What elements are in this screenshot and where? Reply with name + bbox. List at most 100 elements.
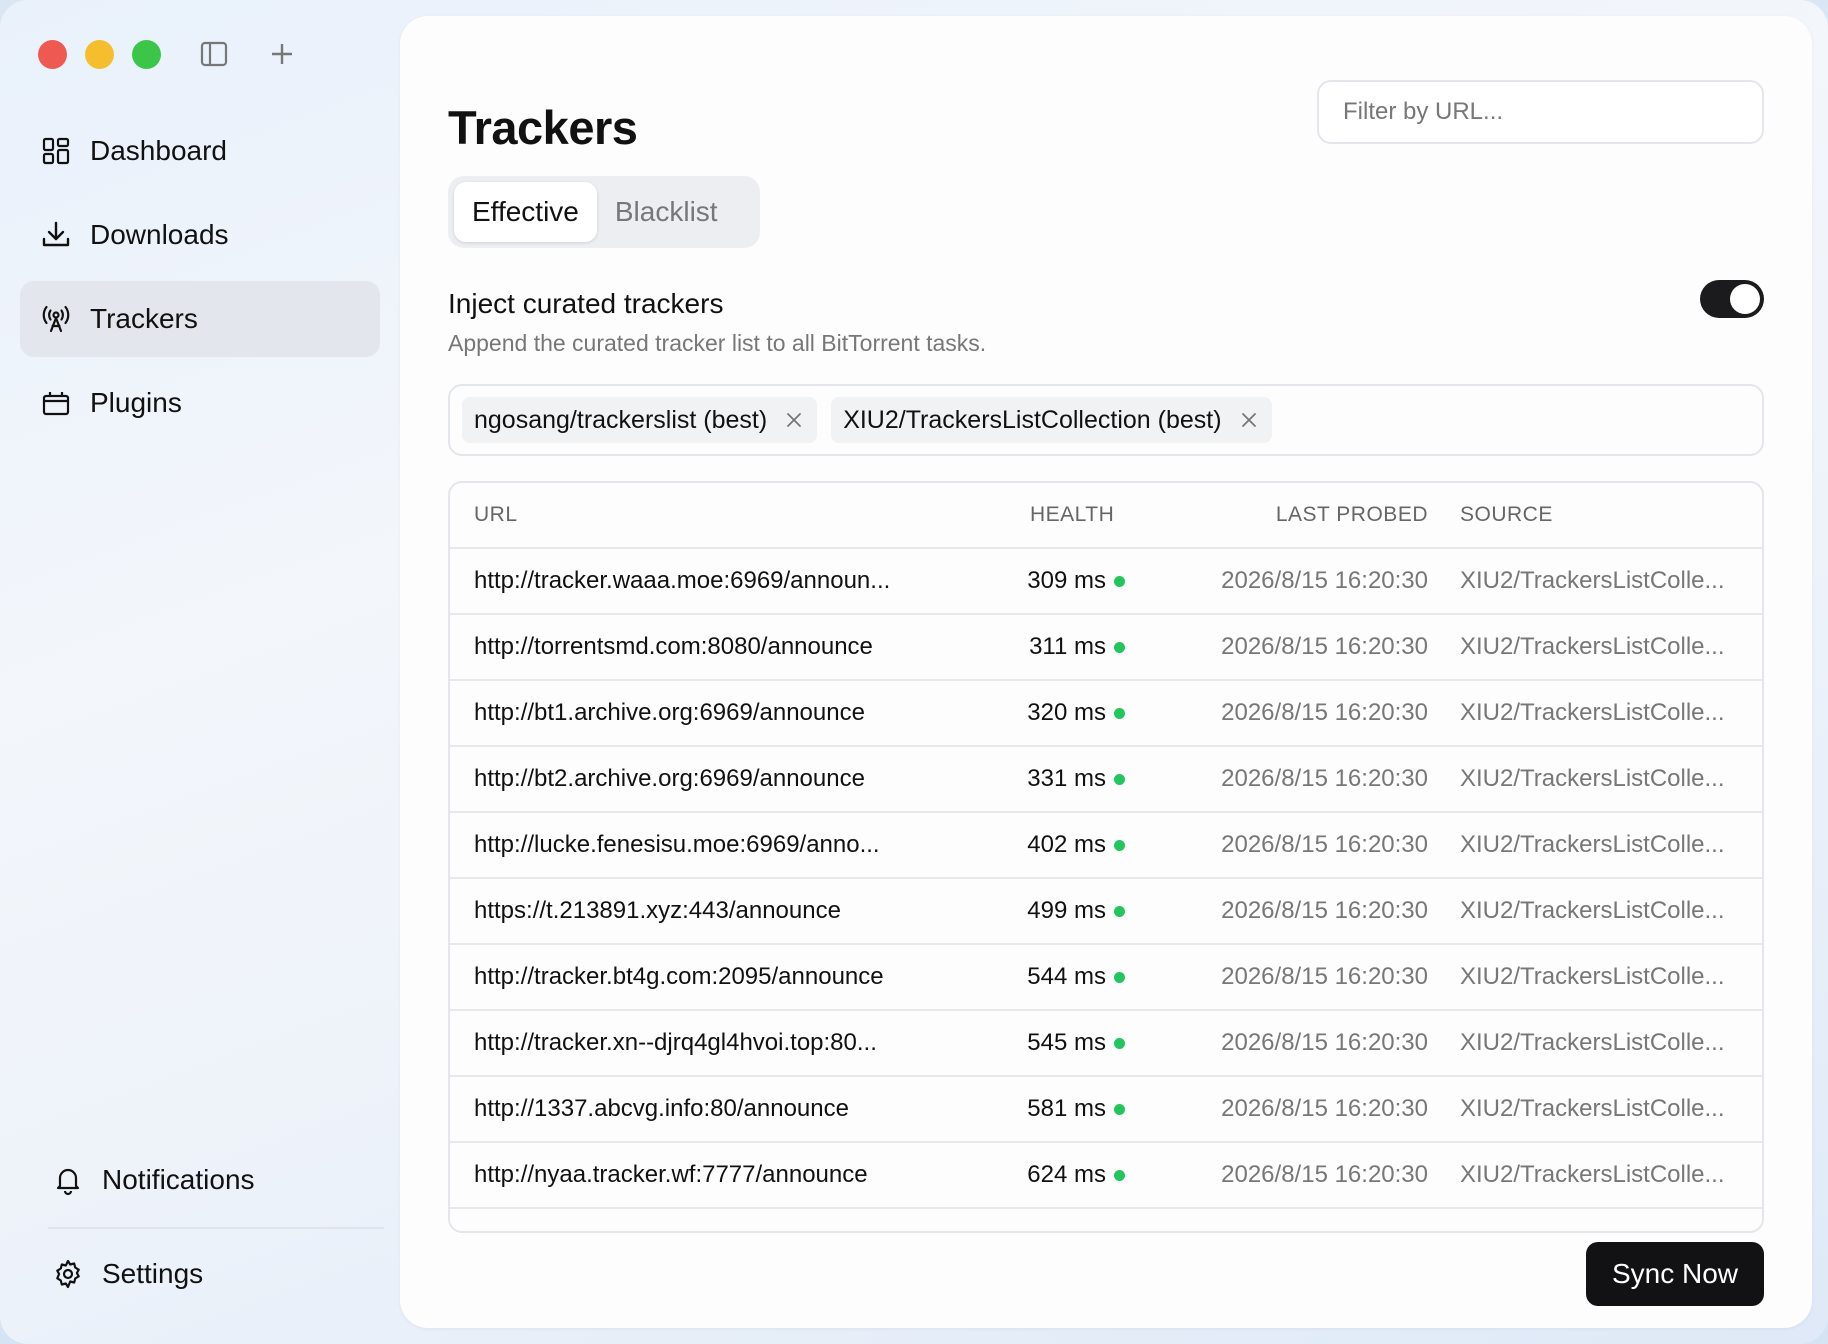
tracker-url: http://torrentsmd.com:8080/announce — [474, 633, 873, 660]
last-probed-time: 2026/8/15 16:20:30 — [1221, 567, 1428, 594]
download-icon — [42, 221, 70, 247]
sidebar-item-label: Plugins — [90, 387, 182, 418]
health-status-dot — [1114, 641, 1125, 653]
health-status-dot — [1114, 707, 1125, 719]
tracker-url: http://tracker.xn--djrq4gl4hvoi.top:80..… — [474, 1029, 877, 1056]
sidebar-item-dashboard[interactable]: Dashboard — [20, 113, 380, 189]
sidebar-item-plugins[interactable]: Plugins — [20, 365, 380, 441]
sidebar-item-trackers[interactable]: Trackers — [20, 281, 380, 357]
health-latency: 402 ms — [1027, 831, 1106, 858]
filter-url-input[interactable] — [1317, 80, 1764, 144]
tracker-source: XIU2/TrackersListColle... — [1460, 1029, 1725, 1056]
table-row[interactable]: http://lucke.fenesisu.moe:6969/anno... 40… — [450, 813, 1762, 879]
tracker-source-chips[interactable]: ngosang/trackerslist (best) XIU2/Tracker… — [448, 384, 1764, 456]
health-latency: 331 ms — [1027, 765, 1106, 792]
health-status-dot — [1114, 575, 1125, 587]
health-latency: 544 ms — [1027, 963, 1106, 990]
health-status-dot — [1114, 971, 1125, 983]
health-latency: 581 ms — [1027, 1095, 1106, 1122]
bell-icon — [56, 1168, 80, 1196]
table-row[interactable]: http://tracker.xn--djrq4gl4hvoi.top:80..… — [450, 1011, 1762, 1077]
table-row[interactable]: http://tracker.waaa.moe:6969/announ... 30… — [450, 549, 1762, 615]
health-status-dot — [1114, 1169, 1125, 1181]
sidebar-divider — [48, 1227, 384, 1229]
health-status-dot — [1114, 773, 1125, 785]
column-header-health[interactable]: HEALTH — [1030, 503, 1122, 527]
settings-section: Settings — [34, 1244, 384, 1304]
inject-trackers-title: Inject curated trackers — [448, 288, 724, 319]
sidebar-item-label: Trackers — [90, 303, 198, 334]
tracker-url: http://bt1.archive.org:6969/announce — [474, 699, 865, 726]
column-header-last-probed[interactable]: LAST PROBED — [1210, 503, 1428, 527]
sidebar-item-label: Dashboard — [90, 135, 227, 166]
last-probed-time: 2026/8/15 16:20:30 — [1221, 1095, 1428, 1122]
app-window: Dashboard Downloads Trackers Plugins Not… — [0, 0, 1828, 1344]
tracker-source: XIU2/TrackersListColle... — [1460, 765, 1725, 792]
inject-trackers-toggle[interactable] — [1700, 280, 1764, 318]
sidebar-toggle-icon[interactable] — [198, 38, 230, 70]
table-row[interactable]: http://nyaa.tracker.wf:7777/announce 624 … — [450, 1143, 1762, 1209]
inject-trackers-description: Append the curated tracker list to all B… — [448, 330, 987, 356]
trackers-table: URL HEALTH LAST PROBED SOURCE http://tra… — [448, 481, 1764, 1233]
table-row[interactable]: http://bt1.archive.org:6969/announce 320 … — [450, 681, 1762, 747]
settings-label: Settings — [102, 1258, 204, 1289]
notifications-section: Notifications — [34, 1150, 384, 1210]
sidebar-item-downloads[interactable]: Downloads — [20, 197, 380, 273]
sidebar-item-notifications[interactable]: Notifications — [34, 1150, 384, 1210]
last-probed-time: 2026/8/15 16:20:30 — [1221, 1029, 1428, 1056]
tab-blacklist[interactable]: Blacklist — [597, 182, 736, 242]
health-latency: 545 ms — [1027, 1029, 1106, 1056]
table-row[interactable]: http://bt2.archive.org:6969/announce 331 … — [450, 747, 1762, 813]
column-header-url[interactable]: URL — [474, 503, 954, 527]
minimize-window-button[interactable] — [85, 40, 114, 69]
plugin-box-icon — [42, 392, 70, 416]
last-probed-time: 2026/8/15 16:20:30 — [1221, 963, 1428, 990]
new-task-plus-icon[interactable] — [266, 38, 298, 70]
gear-icon — [56, 1259, 80, 1289]
health-latency: 499 ms — [1027, 897, 1106, 924]
chip-label: XIU2/TrackersListCollection (best) — [843, 405, 1222, 434]
sidebar-item-settings[interactable]: Settings — [34, 1244, 384, 1304]
tracker-url: http://tracker.waaa.moe:6969/announ... — [474, 567, 891, 594]
close-window-button[interactable] — [38, 40, 67, 69]
table-body: http://tracker.waaa.moe:6969/announ... 30… — [450, 549, 1762, 1209]
main-panel: Trackers Effective Blacklist Inject cura… — [400, 16, 1812, 1328]
health-latency: 311 ms — [1029, 633, 1106, 660]
broadcast-antenna-icon — [42, 305, 70, 333]
tracker-source: XIU2/TrackersListColle... — [1460, 897, 1725, 924]
tracker-source: XIU2/TrackersListColle... — [1460, 633, 1725, 660]
last-probed-time: 2026/8/15 16:20:30 — [1221, 897, 1428, 924]
tracker-url: http://bt2.archive.org:6969/announce — [474, 765, 865, 792]
last-probed-time: 2026/8/15 16:20:30 — [1221, 1161, 1428, 1188]
window-controls — [38, 40, 161, 69]
last-probed-time: 2026/8/15 16:20:30 — [1221, 765, 1428, 792]
maximize-window-button[interactable] — [132, 40, 161, 69]
health-latency: 309 ms — [1027, 567, 1106, 594]
page-title: Trackers — [448, 101, 638, 154]
last-probed-time: 2026/8/15 16:20:30 — [1221, 633, 1428, 660]
remove-chip-icon[interactable] — [1238, 409, 1260, 431]
health-status-dot — [1114, 1103, 1125, 1115]
tab-group: Effective Blacklist — [448, 176, 760, 248]
health-status-dot — [1114, 839, 1125, 851]
table-row[interactable]: http://tracker.bt4g.com:2095/announce 544… — [450, 945, 1762, 1011]
notifications-label: Notifications — [102, 1164, 255, 1195]
sync-now-button[interactable]: Sync Now — [1586, 1242, 1764, 1306]
remove-chip-icon[interactable] — [783, 409, 805, 431]
last-probed-time: 2026/8/15 16:20:30 — [1221, 699, 1428, 726]
tab-effective[interactable]: Effective — [454, 182, 597, 242]
tracker-url: http://nyaa.tracker.wf:7777/announce — [474, 1161, 868, 1188]
tracker-url: https://t.213891.xyz:443/announce — [474, 897, 841, 924]
tracker-source: XIU2/TrackersListColle... — [1460, 831, 1725, 858]
dashboard-grid-icon — [42, 137, 70, 165]
sidebar-item-label: Downloads — [90, 219, 229, 250]
sidebar: Dashboard Downloads Trackers Plugins Not… — [0, 0, 400, 1344]
table-row[interactable]: http://torrentsmd.com:8080/announce 311 m… — [450, 615, 1762, 681]
tracker-source: XIU2/TrackersListColle... — [1460, 1095, 1725, 1122]
tracker-source: XIU2/TrackersListColle... — [1460, 963, 1725, 990]
chip-label: ngosang/trackerslist (best) — [474, 405, 768, 434]
column-header-source[interactable]: SOURCE — [1460, 503, 1553, 527]
table-row[interactable]: http://1337.abcvg.info:80/announce 581 ms… — [450, 1077, 1762, 1143]
table-row[interactable]: https://t.213891.xyz:443/announce 499 ms 2… — [450, 879, 1762, 945]
last-probed-time: 2026/8/15 16:20:30 — [1221, 831, 1428, 858]
